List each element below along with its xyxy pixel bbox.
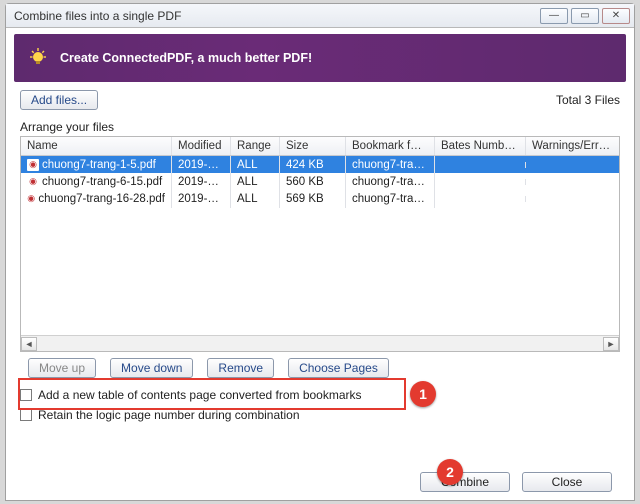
file-bates xyxy=(435,162,526,168)
col-bates[interactable]: Bates Numbe... xyxy=(435,137,526,155)
dialog-window: Combine files into a single PDF — ▭ ✕ Cr… xyxy=(5,3,635,501)
window-buttons: — ▭ ✕ xyxy=(540,8,630,24)
toolbar: Add files... Total 3 Files xyxy=(6,88,634,114)
move-up-button[interactable]: Move up xyxy=(28,358,96,378)
maximize-button[interactable]: ▭ xyxy=(571,8,599,24)
scroll-left-icon[interactable]: ◄ xyxy=(21,337,37,351)
file-bookmark: chuong7-tran... xyxy=(346,190,435,208)
logic-checkbox[interactable] xyxy=(20,409,32,421)
col-modified[interactable]: Modified xyxy=(172,137,231,155)
file-warnings xyxy=(526,162,619,168)
callout-2: 2 xyxy=(437,459,463,485)
file-name: chuong7-trang-1-5.pdf xyxy=(42,159,156,171)
pdf-file-icon: ◉ xyxy=(27,159,39,171)
table-body: ◉chuong7-trang-1-5.pdf2019-06...ALL424 K… xyxy=(21,156,619,207)
logic-checkbox-row: Retain the logic page number during comb… xyxy=(6,404,634,424)
scroll-track[interactable] xyxy=(37,337,603,351)
file-modified: 2019-06... xyxy=(172,173,231,191)
file-warnings xyxy=(526,196,619,202)
close-window-button[interactable]: ✕ xyxy=(602,8,630,24)
file-range: ALL xyxy=(231,156,280,174)
action-buttons: Move up Move down Remove Choose Pages xyxy=(6,352,634,384)
file-name: chuong7-trang-16-28.pdf xyxy=(38,193,165,205)
file-size: 569 KB xyxy=(280,190,346,208)
table-row[interactable]: ◉chuong7-trang-1-5.pdf 2019-06...ALL424 K… xyxy=(21,156,619,173)
table-row[interactable]: ◉chuong7-trang-16-28.pdf 2019-06...ALL569… xyxy=(21,190,619,207)
scroll-right-icon[interactable]: ► xyxy=(603,337,619,351)
file-modified: 2019-06... xyxy=(172,190,231,208)
titlebar: Combine files into a single PDF — ▭ ✕ xyxy=(6,4,634,28)
banner-text: Create ConnectedPDF, a much better PDF! xyxy=(60,51,312,65)
toc-checkbox-row: Add a new table of contents page convert… xyxy=(6,384,634,404)
add-files-button[interactable]: Add files... xyxy=(20,90,98,110)
toc-label: Add a new table of contents page convert… xyxy=(38,388,362,402)
pdf-file-icon: ◉ xyxy=(27,176,39,188)
file-size: 560 KB xyxy=(280,173,346,191)
callout-1: 1 xyxy=(410,381,436,407)
total-files-label: Total 3 Files xyxy=(556,93,620,107)
file-warnings xyxy=(526,179,619,185)
file-bates xyxy=(435,179,526,185)
file-bookmark: chuong7-tran... xyxy=(346,173,435,191)
window-title: Combine files into a single PDF xyxy=(14,9,540,23)
minimize-button[interactable]: — xyxy=(540,8,568,24)
choose-pages-button[interactable]: Choose Pages xyxy=(288,358,389,378)
file-range: ALL xyxy=(231,173,280,191)
file-bates xyxy=(435,196,526,202)
col-bookmark[interactable]: Bookmark for ... xyxy=(346,137,435,155)
logic-label: Retain the logic page number during comb… xyxy=(38,408,300,422)
table-row[interactable]: ◉chuong7-trang-6-15.pdf 2019-06...ALL560 … xyxy=(21,173,619,190)
col-size[interactable]: Size xyxy=(280,137,346,155)
file-range: ALL xyxy=(231,190,280,208)
remove-button[interactable]: Remove xyxy=(207,358,274,378)
table-header: Name Modified Range Size Bookmark for ..… xyxy=(21,137,619,156)
footer: Combine Close xyxy=(6,472,634,492)
file-bookmark: chuong7-tran... xyxy=(346,156,435,174)
file-name: chuong7-trang-6-15.pdf xyxy=(42,176,162,188)
file-modified: 2019-06... xyxy=(172,156,231,174)
file-table: Name Modified Range Size Bookmark for ..… xyxy=(20,136,620,352)
arrange-label: Arrange your files xyxy=(6,114,634,136)
close-button[interactable]: Close xyxy=(522,472,612,492)
file-size: 424 KB xyxy=(280,156,346,174)
col-warnings[interactable]: Warnings/Errors xyxy=(526,137,619,155)
promo-banner: Create ConnectedPDF, a much better PDF! xyxy=(14,34,626,82)
col-name[interactable]: Name xyxy=(21,137,172,155)
combine-button[interactable]: Combine xyxy=(420,472,510,492)
pdf-file-icon: ◉ xyxy=(27,193,35,205)
move-down-button[interactable]: Move down xyxy=(110,358,193,378)
toc-checkbox[interactable] xyxy=(20,389,32,401)
col-range[interactable]: Range xyxy=(231,137,280,155)
horizontal-scrollbar[interactable]: ◄ ► xyxy=(21,335,619,351)
lightbulb-icon xyxy=(28,48,48,68)
